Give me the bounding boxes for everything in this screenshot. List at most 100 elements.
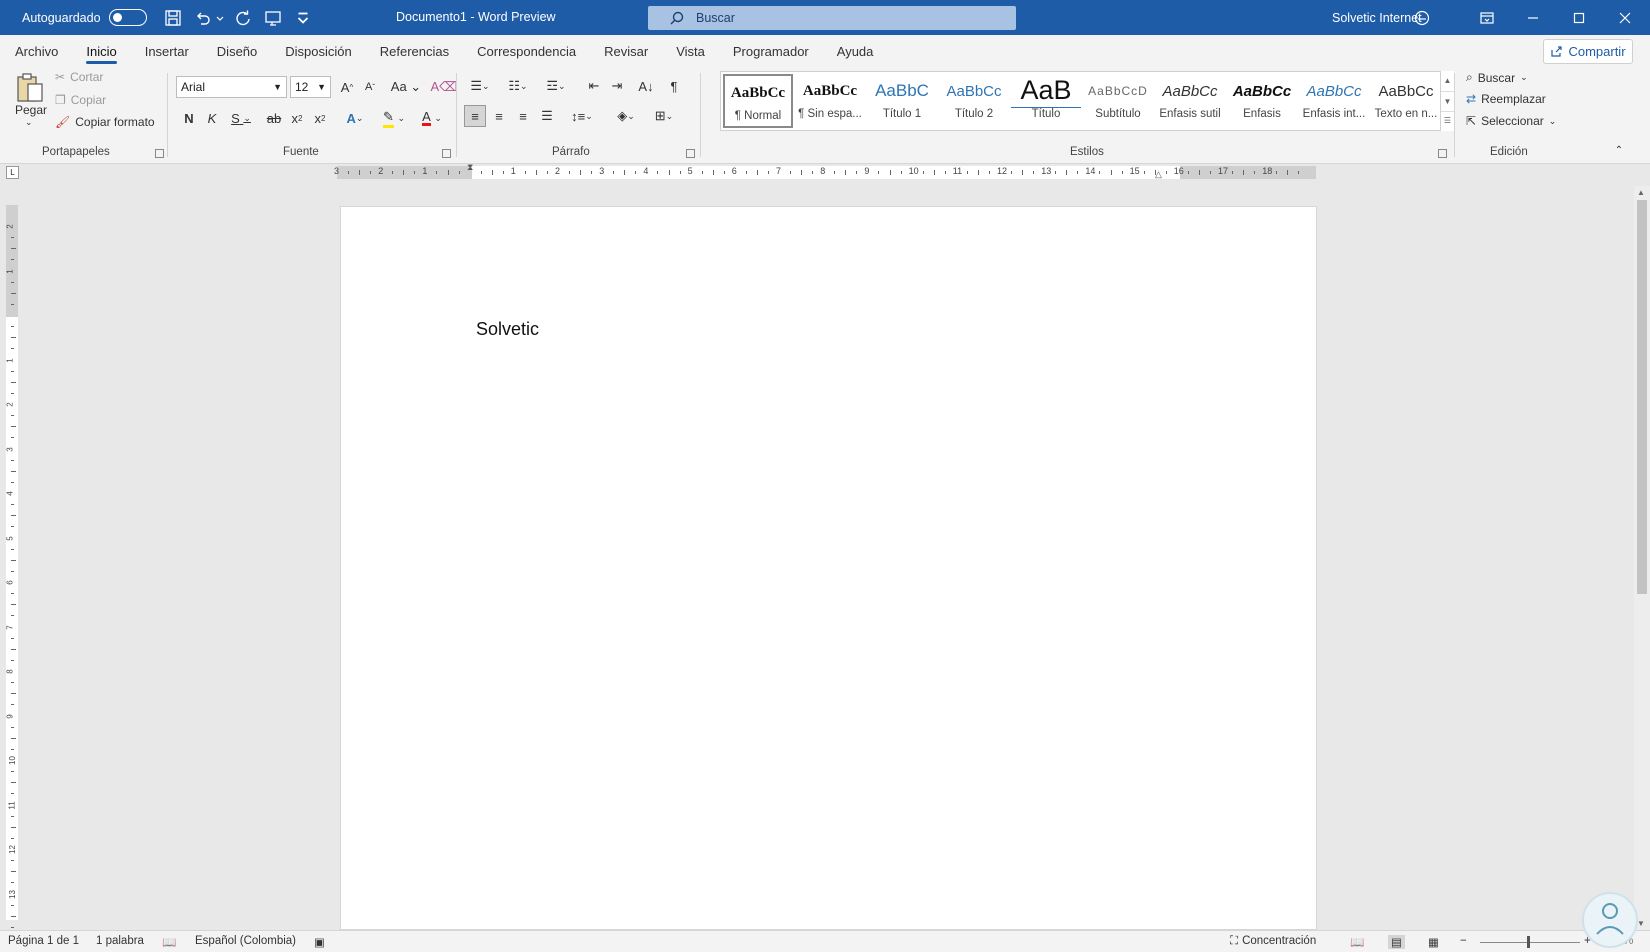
page-count[interactable]: Página 1 de 1: [8, 935, 79, 947]
italic-button[interactable]: K: [203, 107, 221, 129]
proofing-icon[interactable]: 📖: [162, 935, 176, 949]
read-mode-icon[interactable]: 📖: [1350, 935, 1364, 949]
focus-mode-button[interactable]: ⛶ Concentración: [1230, 935, 1316, 948]
collapse-ribbon-icon[interactable]: ⌃: [1612, 143, 1626, 157]
tab-archivo[interactable]: Archivo: [1, 35, 72, 67]
strikethrough-icon[interactable]: ab: [264, 107, 284, 129]
clear-format-icon[interactable]: A⌫: [430, 76, 457, 98]
style-item[interactable]: AaBbCc Texto en n...: [1371, 74, 1441, 128]
select-button[interactable]: ⇱ Seleccionar ⌄: [1466, 114, 1556, 128]
print-layout-icon[interactable]: ▤: [1388, 935, 1405, 949]
tab-ayuda[interactable]: Ayuda: [823, 35, 888, 67]
style-item[interactable]: AaBbCc ¶ Sin espa...: [795, 74, 865, 128]
bullets-icon[interactable]: ☰ ⌄: [464, 75, 496, 97]
subscript-icon[interactable]: x2: [288, 107, 306, 129]
search-box[interactable]: Buscar: [648, 6, 1016, 30]
share-button[interactable]: Compartir: [1543, 39, 1633, 64]
tab-insertar[interactable]: Insertar: [131, 35, 203, 67]
zoom-slider[interactable]: [1480, 942, 1580, 943]
shading-icon[interactable]: ◈ ⌄: [610, 105, 642, 127]
find-button[interactable]: ⌕ Buscar ⌄: [1466, 70, 1528, 85]
align-left-icon[interactable]: ≡: [464, 105, 486, 127]
increase-indent-icon[interactable]: ⇥: [607, 75, 627, 97]
font-launcher-icon[interactable]: [442, 149, 451, 158]
style-item[interactable]: AaBbCcD Subtítulo: [1083, 74, 1153, 128]
word-count[interactable]: 1 palabra: [96, 935, 144, 947]
sort-icon[interactable]: A↓: [636, 75, 656, 97]
vertical-scrollbar[interactable]: ▲ ▼: [1634, 186, 1650, 930]
account-icon[interactable]: [1412, 0, 1432, 35]
shrink-font-icon[interactable]: Aˇ: [360, 76, 380, 98]
style-item[interactable]: AaBbCc Título 2: [939, 74, 1009, 128]
replace-button[interactable]: ⇄ Reemplazar: [1466, 92, 1546, 106]
grow-font-icon[interactable]: A ^: [337, 76, 357, 98]
right-indent-marker-icon[interactable]: △: [1155, 169, 1162, 180]
style-item[interactable]: AaBbCc Énfasis: [1227, 74, 1297, 128]
align-right-icon[interactable]: ≡: [512, 105, 534, 127]
present-icon[interactable]: [261, 6, 285, 30]
zoom-slider-thumb[interactable]: [1527, 936, 1530, 948]
document-text[interactable]: Solvetic: [476, 319, 539, 340]
chevron-down-icon[interactable]: ▼: [1441, 91, 1454, 111]
save-icon[interactable]: [161, 6, 185, 30]
language[interactable]: Español (Colombia): [195, 935, 296, 947]
horizontal-ruler[interactable]: [337, 166, 1316, 179]
autosave-toggle[interactable]: [108, 9, 147, 26]
tab-revisar[interactable]: Revisar: [590, 35, 662, 67]
undo-icon[interactable]: [191, 6, 215, 30]
multilevel-list-icon[interactable]: ☲ ⌄: [540, 75, 572, 97]
document-page[interactable]: Solvetic: [340, 206, 1317, 930]
tab-disposición[interactable]: Disposición: [271, 35, 365, 67]
zoom-out-icon[interactable]: −: [1460, 935, 1467, 947]
paste-button[interactable]: Pegar: [15, 103, 47, 117]
bold-button[interactable]: N: [180, 107, 198, 129]
styles-gallery-scroll[interactable]: ▲ ▼ ☰: [1440, 71, 1454, 131]
style-item[interactable]: AaB Título: [1011, 74, 1081, 128]
superscript-icon[interactable]: x2: [311, 107, 329, 129]
font-name-combo[interactable]: Arial ▼: [176, 76, 287, 98]
accessibility-icon[interactable]: ▣: [314, 935, 325, 949]
text-effects-icon[interactable]: A ⌄: [340, 107, 370, 129]
maximize-button[interactable]: [1556, 0, 1602, 35]
ribbon-display-icon[interactable]: [1464, 0, 1510, 35]
highlight-color-icon[interactable]: ✎ ⌄: [378, 107, 410, 129]
paragraph-launcher-icon[interactable]: [686, 149, 695, 158]
redo-icon[interactable]: [231, 6, 255, 30]
style-item[interactable]: AaBbC Título 1: [867, 74, 937, 128]
font-size-combo[interactable]: 12 ▼: [290, 76, 331, 98]
cut-button[interactable]: ✂ Cortar: [55, 70, 103, 84]
line-spacing-icon[interactable]: ↕≡ ⌄: [566, 105, 598, 127]
borders-icon[interactable]: ⊞ ⌄: [648, 105, 680, 127]
styles-launcher-icon[interactable]: [1438, 149, 1447, 158]
font-color-icon[interactable]: A ⌄: [416, 107, 448, 129]
style-item[interactable]: AaBbCc ¶ Normal: [723, 74, 793, 128]
more-styles-icon[interactable]: ☰: [1441, 111, 1454, 129]
minimize-button[interactable]: [1510, 0, 1556, 35]
decrease-indent-icon[interactable]: ⇤: [584, 75, 604, 97]
customize-toolbar-icon[interactable]: [291, 6, 315, 30]
close-button[interactable]: [1602, 0, 1648, 35]
autosave-control[interactable]: Autoguardado: [22, 9, 147, 26]
style-item[interactable]: AaBbCc Énfasis sutil: [1155, 74, 1225, 128]
tab-correspondencia[interactable]: Correspondencia: [463, 35, 590, 67]
scroll-up-icon[interactable]: ▲: [1637, 188, 1645, 197]
tab-inicio[interactable]: Inicio: [72, 35, 130, 67]
show-marks-icon[interactable]: ¶: [664, 75, 684, 97]
undo-dropdown-icon[interactable]: [215, 6, 225, 30]
copy-button[interactable]: ❐ Copiar: [55, 93, 106, 107]
web-layout-icon[interactable]: ▦: [1428, 935, 1439, 949]
underline-button[interactable]: S ⌄: [226, 107, 256, 129]
scroll-down-icon[interactable]: ▼: [1637, 919, 1645, 928]
tab-referencias[interactable]: Referencias: [366, 35, 463, 67]
chevron-up-icon[interactable]: ▲: [1441, 71, 1454, 91]
format-painter-button[interactable]: 🖌 Copiar formato: [55, 115, 155, 129]
tab-vista[interactable]: Vista: [662, 35, 719, 67]
paste-icon[interactable]: [14, 71, 46, 105]
style-item[interactable]: AaBbCc Énfasis int...: [1299, 74, 1369, 128]
scrollbar-thumb[interactable]: [1637, 200, 1647, 594]
align-center-icon[interactable]: ≡: [488, 105, 510, 127]
indent-marker-icon[interactable]: ⧗: [467, 162, 473, 173]
justify-icon[interactable]: ☰: [536, 105, 558, 127]
tab-selector-icon[interactable]: L: [6, 166, 19, 179]
tab-programador[interactable]: Programador: [719, 35, 823, 67]
